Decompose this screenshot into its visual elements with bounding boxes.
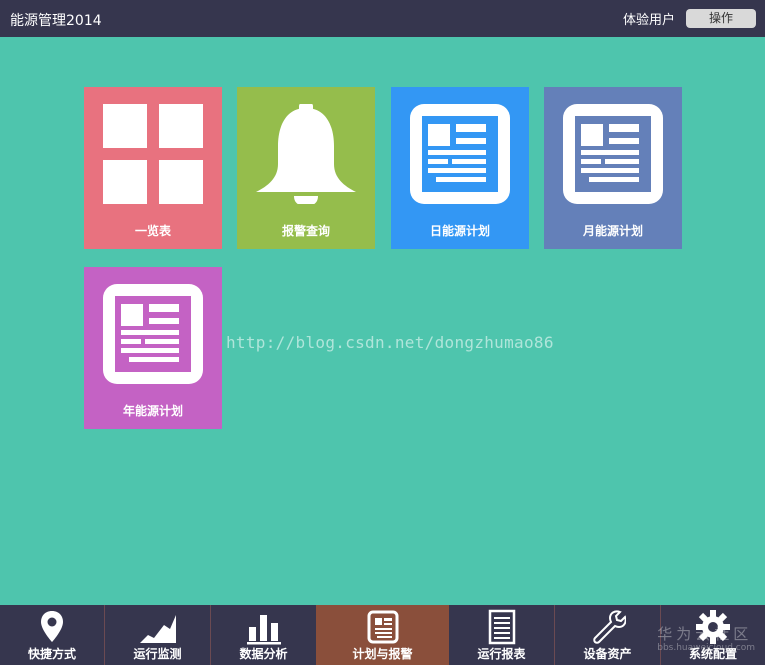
tile-daily-energy-plan[interactable]: 日能源计划 xyxy=(391,87,529,249)
tile-yearly-energy-plan[interactable]: 年能源计划 xyxy=(84,267,222,429)
tile-overview[interactable]: 一览表 xyxy=(84,87,222,249)
nav-label: 设备资产 xyxy=(583,647,632,661)
nav-shortcuts[interactable]: 快捷方式 xyxy=(0,605,104,665)
document-icon xyxy=(410,104,510,204)
corner-watermark-text: 华为云社区 xyxy=(657,625,753,643)
document-icon xyxy=(367,610,398,644)
nav-equipment-assets[interactable]: 设备资产 xyxy=(555,605,660,665)
tile-label: 日能源计划 xyxy=(429,224,490,238)
tile-alarm-query[interactable]: 报警查询 xyxy=(237,87,375,249)
document-icon xyxy=(103,284,203,384)
nav-operation-monitoring[interactable]: 运行监测 xyxy=(105,605,210,665)
area-chart-icon xyxy=(139,615,176,643)
bell-icon xyxy=(256,104,356,204)
tile-label: 月能源计划 xyxy=(582,224,643,238)
wrench-icon xyxy=(592,610,626,644)
app-title: 能源管理2014 xyxy=(10,13,102,29)
tile-label: 一览表 xyxy=(134,224,171,238)
tile-monthly-energy-plan[interactable]: 月能源计划 xyxy=(544,87,682,249)
nav-operation-report[interactable]: 运行报表 xyxy=(449,605,554,665)
corner-watermark: 华为云社区 bbs.huaweicloud.com xyxy=(657,623,755,653)
nav-label: 数据分析 xyxy=(239,647,288,661)
location-pin-icon xyxy=(41,611,63,642)
corner-watermark-url: bbs.huaweicloud.com xyxy=(657,643,755,653)
document-icon xyxy=(563,104,663,204)
nav-plan-and-alarm[interactable]: 计划与报警 xyxy=(316,605,449,665)
bar-chart-icon xyxy=(246,615,281,645)
report-icon xyxy=(488,609,515,645)
title-bar: 能源管理2014 体验用户 操作 xyxy=(0,0,765,37)
tile-label: 年能源计划 xyxy=(122,404,183,418)
nav-label: 计划与报警 xyxy=(352,647,413,661)
operation-button[interactable]: 操作 xyxy=(686,9,756,28)
tile-label: 报警查询 xyxy=(281,224,330,238)
grid-icon xyxy=(103,104,203,204)
watermark-text: http://blog.csdn.net/dongzhumao86 xyxy=(226,333,554,352)
nav-label: 快捷方式 xyxy=(27,647,76,661)
nav-label: 运行报表 xyxy=(477,647,526,661)
nav-data-analysis[interactable]: 数据分析 xyxy=(211,605,316,665)
user-label: 体验用户 xyxy=(622,13,675,28)
bottom-nav-bar: 快捷方式 运行监测 数据分析 计划与报警 运行报表 设备资产 系统配置 华为云社… xyxy=(0,605,765,665)
nav-label: 运行监测 xyxy=(133,647,182,661)
